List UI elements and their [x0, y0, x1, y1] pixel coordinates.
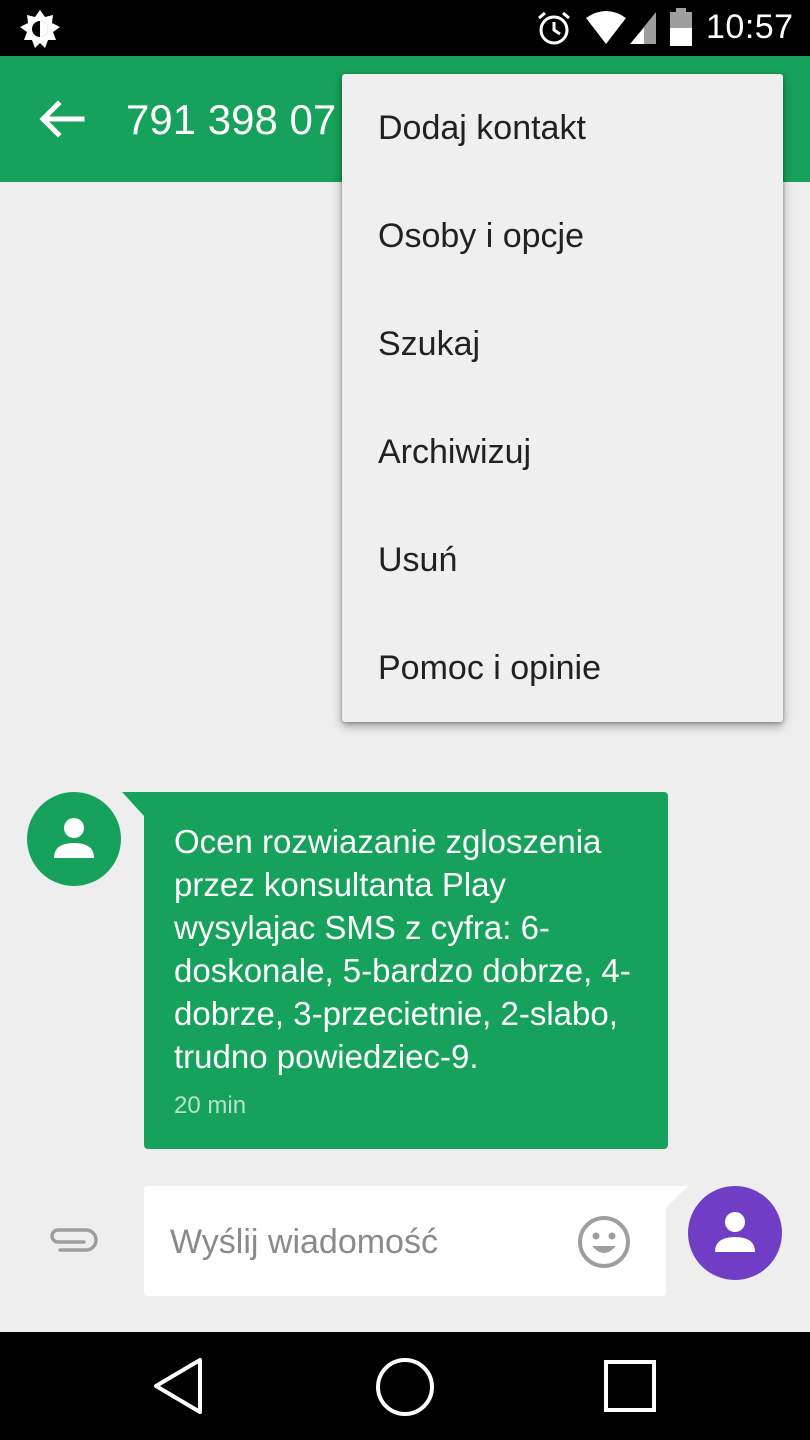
nav-back-icon[interactable]	[150, 1356, 206, 1416]
menu-item-add-contact[interactable]: Dodaj kontakt	[342, 74, 783, 182]
message-time: 20 min	[174, 1092, 247, 1119]
nav-recents-icon[interactable]	[602, 1358, 658, 1414]
self-avatar-send-button[interactable]	[688, 1186, 782, 1280]
contact-avatar[interactable]	[27, 792, 121, 886]
status-time: 10:57	[706, 8, 794, 46]
person-icon	[54, 818, 94, 858]
attach-icon[interactable]	[46, 1222, 98, 1258]
status-bar: 10:57	[0, 0, 810, 56]
message-input[interactable]	[170, 1220, 550, 1264]
wifi-icon	[586, 11, 656, 44]
person-icon	[715, 1212, 755, 1252]
message-text: Ocen rozwiazanie zgloszenia przez konsul…	[174, 823, 631, 1075]
conversation-title: 791 398 07	[126, 96, 337, 143]
menu-item-archive[interactable]: Archiwizuj	[342, 398, 783, 506]
brightness-icon	[20, 10, 60, 48]
battery-icon	[670, 8, 692, 46]
compose-bubble-tail	[666, 1186, 688, 1208]
menu-item-delete[interactable]: Usuń	[342, 506, 783, 614]
menu-item-people-options[interactable]: Osoby i opcje	[342, 182, 783, 290]
emoji-icon[interactable]	[576, 1214, 632, 1270]
alarm-icon	[538, 11, 570, 45]
overflow-menu: Dodaj kontakt Osoby i opcje Szukaj Archi…	[342, 74, 783, 722]
navigation-bar	[0, 1332, 810, 1440]
compose-box[interactable]	[144, 1186, 666, 1296]
nav-home-icon[interactable]	[374, 1356, 436, 1418]
message-bubble-tail	[122, 792, 144, 816]
message-bubble[interactable]: Ocen rozwiazanie zgloszenia przez konsul…	[144, 792, 668, 1149]
menu-item-search[interactable]: Szukaj	[342, 290, 783, 398]
menu-item-help-feedback[interactable]: Pomoc i opinie	[342, 614, 783, 722]
arrow-back-icon[interactable]	[36, 96, 86, 142]
